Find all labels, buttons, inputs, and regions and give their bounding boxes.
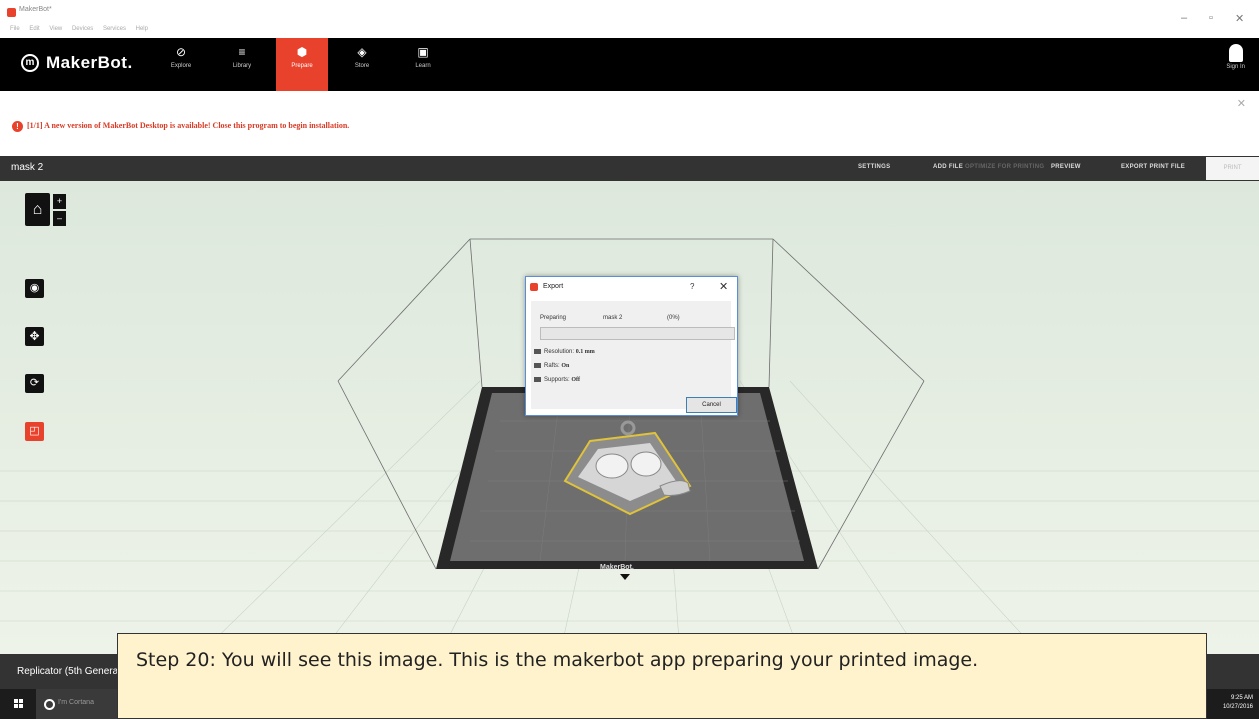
tab-library[interactable]: ≡ Library [216, 38, 268, 91]
cancel-button[interactable]: Cancel [686, 397, 737, 413]
brand-logo[interactable]: m MakerBot. [21, 53, 133, 73]
menu-bar: File Edit View Devices Services Help [10, 26, 156, 32]
eye-icon: ◉ [29, 282, 40, 294]
update-notice-text: [1/1] A new version of MakerBot Desktop … [27, 121, 350, 130]
makerbot-dialog-icon [530, 283, 538, 291]
makerbot-app-icon [7, 8, 16, 17]
supports-label: Supports: [544, 377, 570, 384]
windows-start-icon[interactable] [14, 699, 24, 709]
resolution-label: Resolution: [544, 349, 575, 356]
window-title: MakerBot* [19, 6, 52, 13]
raft-icon [534, 363, 541, 368]
settings-button[interactable]: SETTINGS [858, 164, 890, 170]
resolution-value: 0.1 mm [575, 349, 595, 356]
zoom-in-button[interactable]: + [53, 194, 66, 209]
menu-edit[interactable]: Edit [29, 26, 39, 32]
clock-date: 10/27/2016 [1222, 704, 1253, 710]
3d-viewport[interactable]: MakerBot. [0, 181, 1259, 654]
close-notice-icon[interactable]: ✕ [1237, 97, 1246, 110]
close-window-button[interactable]: ✕ [1235, 12, 1244, 25]
home-icon: ⌂ [32, 201, 43, 218]
close-dialog-button[interactable]: ✕ [719, 280, 728, 293]
tab-store[interactable]: ◈ Store [336, 38, 388, 91]
tab-library-label: Library [232, 63, 252, 69]
compass-icon: ⊘ [175, 45, 187, 59]
title-bar: MakerBot* File Edit View Devices Service… [0, 0, 1259, 38]
tab-store-label: Store [354, 63, 370, 69]
book-icon: ▣ [417, 45, 429, 59]
rafts-row: Rafts: On [534, 363, 569, 369]
supports-value: Off [571, 377, 581, 384]
tab-explore[interactable]: ⊘ Explore [155, 38, 207, 91]
home-view-button[interactable]: ⌂ [25, 193, 50, 226]
resolution-row: Resolution: 0.1 mm [534, 349, 595, 355]
tutorial-caption: Step 20: You will see this image. This i… [117, 633, 1207, 719]
update-notice: ! [1/1] A new version of MakerBot Deskto… [0, 91, 1259, 156]
move-button[interactable]: ✥ [25, 327, 44, 346]
export-progress-bar [540, 327, 735, 340]
scale-button[interactable]: ◰ [25, 422, 44, 441]
tab-prepare[interactable]: ⬢ Prepare [276, 38, 328, 91]
minimize-button[interactable]: – [1181, 12, 1187, 24]
help-button[interactable]: ? [690, 282, 694, 291]
tab-learn-label: Learn [415, 63, 431, 69]
export-print-file-button[interactable]: EXPORT PRINT FILE [1121, 164, 1185, 170]
supports-row: Supports: Off [534, 377, 580, 383]
menu-help[interactable]: Help [136, 26, 148, 32]
alert-icon: ! [12, 121, 23, 132]
tab-explore-label: Explore [170, 63, 192, 69]
brand-name: MakerBot. [46, 53, 133, 72]
export-dialog-body: Preparing mask 2 (0%) Resolution: 0.1 mm… [531, 301, 737, 413]
menu-services[interactable]: Services [103, 26, 126, 32]
tab-learn[interactable]: ▣ Learn [397, 38, 449, 91]
export-status: Preparing [540, 315, 567, 321]
cortana-placeholder: I'm Cortana [58, 699, 94, 706]
rafts-value: On [561, 363, 570, 370]
menu-view[interactable]: View [49, 26, 62, 32]
preview-button[interactable]: PREVIEW [1051, 164, 1081, 170]
view-button[interactable]: ◉ [25, 279, 44, 298]
project-name: mask 2 [11, 162, 44, 173]
library-icon: ≡ [238, 45, 246, 59]
export-dialog: Export ? ✕ Preparing mask 2 (0%) Resolut… [525, 276, 738, 416]
menu-file[interactable]: File [10, 26, 20, 32]
monitor-icon [534, 349, 541, 354]
rotate-icon: ⟳ [29, 377, 40, 389]
user-icon [1228, 44, 1243, 62]
makerbot-m-icon: m [21, 54, 39, 72]
project-toolbar: mask 2 SETTINGS ADD FILE OPTIMIZE FOR PR… [0, 156, 1259, 181]
sign-in-button[interactable]: Sign In [1226, 44, 1245, 70]
sign-in-label: Sign In [1226, 64, 1245, 70]
scale-icon: ◰ [29, 425, 40, 437]
rotate-button[interactable]: ⟳ [25, 374, 44, 393]
optimize-button[interactable]: OPTIMIZE FOR PRINTING [965, 164, 1044, 170]
menu-devices[interactable]: Devices [72, 26, 93, 32]
zoom-out-button[interactable]: – [53, 211, 66, 226]
clock-time: 9:25 AM [1230, 695, 1253, 701]
export-percent: (0%) [667, 315, 680, 321]
cortana-icon [44, 699, 55, 710]
plate-brand-label: MakerBot. [600, 564, 634, 571]
prepare-icon: ⬢ [296, 45, 308, 59]
rafts-label: Rafts: [544, 363, 560, 370]
print-button[interactable]: PRINT [1206, 157, 1259, 180]
export-dialog-title: Export [543, 283, 564, 290]
restore-button[interactable]: ▫ [1209, 12, 1213, 24]
cube-icon: ◈ [357, 45, 367, 59]
add-file-button[interactable]: ADD FILE [933, 164, 963, 170]
caption-text: Step 20: You will see this image. This i… [136, 649, 979, 671]
tab-prepare-label: Prepare [291, 63, 313, 69]
zoom-controls: + – [53, 194, 66, 227]
export-file-name: mask 2 [603, 315, 623, 321]
build-volume-svg [0, 238, 1259, 654]
supports-icon [534, 377, 541, 382]
system-clock[interactable]: 9:25 AM 10/27/2016 [1223, 694, 1253, 712]
move-icon: ✥ [29, 329, 40, 343]
